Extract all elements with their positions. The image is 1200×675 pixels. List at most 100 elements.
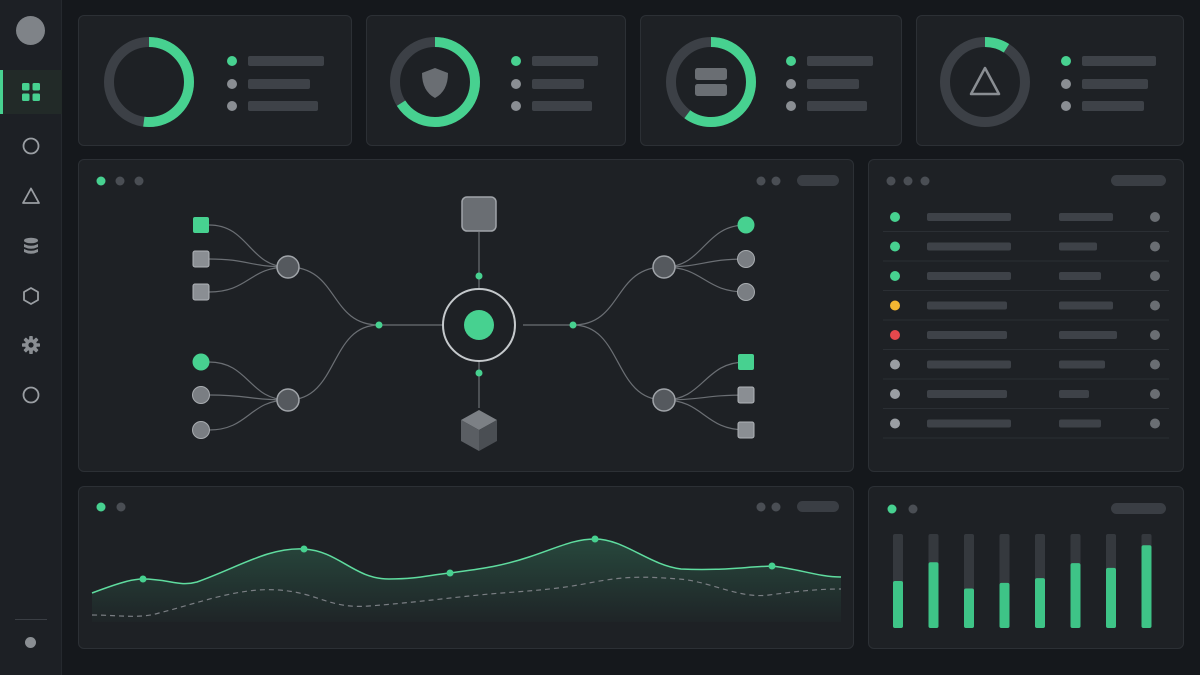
- sidebar-item-database[interactable]: [0, 224, 62, 268]
- level-bar-fill[interactable]: [1035, 578, 1045, 628]
- circle-icon: [22, 386, 40, 404]
- level-bar-fill[interactable]: [999, 582, 1010, 628]
- status-row[interactable]: [883, 212, 1169, 232]
- status-list-panel: [868, 159, 1184, 472]
- text-placeholder: [807, 101, 867, 111]
- sidebar-item-circle[interactable]: [0, 124, 62, 168]
- row-action-dot[interactable]: [1150, 359, 1160, 370]
- shield-icon: [422, 68, 448, 98]
- triangle-icon: [22, 187, 40, 204]
- series-point[interactable]: [768, 562, 776, 570]
- target-node[interactable]: [737, 250, 755, 268]
- cube-icon[interactable]: [461, 410, 497, 451]
- panel-menu-button[interactable]: [1111, 175, 1166, 186]
- stat-card-3[interactable]: [640, 15, 902, 146]
- target-node[interactable]: [737, 386, 755, 404]
- avatar[interactable]: [16, 16, 45, 45]
- row-action-dot[interactable]: [1150, 241, 1160, 252]
- row-action-dot[interactable]: [1150, 271, 1160, 281]
- source-node[interactable]: [192, 283, 210, 301]
- sidebar: [0, 0, 62, 675]
- level-bar-fill[interactable]: [1141, 545, 1152, 628]
- sidebar-item-settings[interactable]: [0, 323, 62, 367]
- series-point[interactable]: [300, 545, 308, 553]
- stat-card-2[interactable]: [366, 15, 626, 146]
- legend-dot: [786, 56, 796, 66]
- text-placeholder: [807, 56, 873, 66]
- row-value-placeholder: [1059, 419, 1101, 428]
- target-node[interactable]: [737, 283, 755, 301]
- series-point[interactable]: [139, 575, 147, 583]
- target-node[interactable]: [738, 354, 754, 370]
- source-node[interactable]: [192, 386, 210, 404]
- status-row[interactable]: [883, 418, 1169, 439]
- row-label-placeholder: [927, 301, 1007, 310]
- series-point[interactable]: [591, 535, 599, 543]
- top-node[interactable]: [461, 196, 497, 232]
- status-indicator: [890, 418, 900, 429]
- gear-icon: [22, 336, 40, 354]
- junction-dot: [569, 321, 577, 329]
- panel-menu-button[interactable]: [797, 175, 839, 186]
- sidebar-item-triangle[interactable]: [0, 174, 62, 218]
- hub-node[interactable]: [652, 255, 676, 279]
- target-node[interactable]: [737, 216, 755, 234]
- status-row[interactable]: [883, 359, 1169, 380]
- source-node[interactable]: [192, 250, 210, 268]
- database-icon: [24, 237, 38, 254]
- window-controls: [96, 502, 126, 512]
- row-action-dot[interactable]: [1150, 212, 1160, 222]
- hub-node[interactable]: [276, 255, 300, 279]
- legend-dot: [511, 79, 521, 89]
- hub-node[interactable]: [276, 388, 300, 412]
- sidebar-item-dashboard[interactable]: [0, 70, 62, 114]
- status-row[interactable]: [883, 389, 1169, 409]
- source-node[interactable]: [192, 353, 210, 371]
- legend-dot: [1061, 56, 1071, 66]
- sidebar-divider: [15, 619, 47, 620]
- source-node[interactable]: [193, 217, 209, 233]
- sidebar-item-hexagon[interactable]: [0, 274, 62, 318]
- legend-dot: [227, 56, 237, 66]
- central-node-core: [464, 310, 494, 340]
- status-row[interactable]: [883, 241, 1169, 262]
- text-placeholder: [807, 79, 859, 89]
- series-point[interactable]: [446, 569, 454, 577]
- row-value-placeholder: [1059, 272, 1101, 280]
- hub-node[interactable]: [652, 388, 676, 412]
- level-bar-fill[interactable]: [893, 581, 903, 628]
- panel-menu-button[interactable]: [797, 501, 839, 512]
- row-action-dot[interactable]: [1150, 418, 1160, 429]
- stat-card-1[interactable]: [78, 15, 352, 146]
- source-node[interactable]: [192, 421, 210, 439]
- status-row[interactable]: [883, 300, 1169, 321]
- legend-dot: [1061, 101, 1071, 111]
- panel-dot: [771, 176, 781, 186]
- text-placeholder: [248, 56, 324, 66]
- network-panel: [78, 159, 854, 472]
- hexagon-icon: [23, 287, 39, 305]
- status-indicator: [890, 330, 900, 340]
- text-placeholder: [1082, 79, 1148, 89]
- row-label-placeholder: [927, 272, 1011, 280]
- status-row[interactable]: [883, 271, 1169, 291]
- status-indicator: [890, 271, 900, 281]
- row-action-dot[interactable]: [1150, 389, 1160, 399]
- status-dot[interactable]: [25, 637, 36, 648]
- target-node[interactable]: [737, 421, 755, 439]
- row-action-dot[interactable]: [1150, 330, 1160, 340]
- level-bar-fill[interactable]: [1106, 567, 1116, 628]
- row-action-dot[interactable]: [1150, 300, 1160, 311]
- window-controls: [886, 176, 930, 186]
- row-value-placeholder: [1059, 213, 1113, 221]
- level-bar-fill[interactable]: [1070, 563, 1081, 628]
- row-label-placeholder: [927, 419, 1011, 428]
- panel-menu-button[interactable]: [1111, 503, 1166, 514]
- level-bar-fill[interactable]: [964, 588, 974, 628]
- status-row[interactable]: [883, 330, 1169, 350]
- stat-card-4[interactable]: [916, 15, 1184, 146]
- level-bar-fill[interactable]: [928, 562, 939, 628]
- sidebar-item-circle-2[interactable]: [0, 373, 62, 417]
- text-placeholder: [532, 101, 592, 111]
- status-indicator: [890, 241, 900, 252]
